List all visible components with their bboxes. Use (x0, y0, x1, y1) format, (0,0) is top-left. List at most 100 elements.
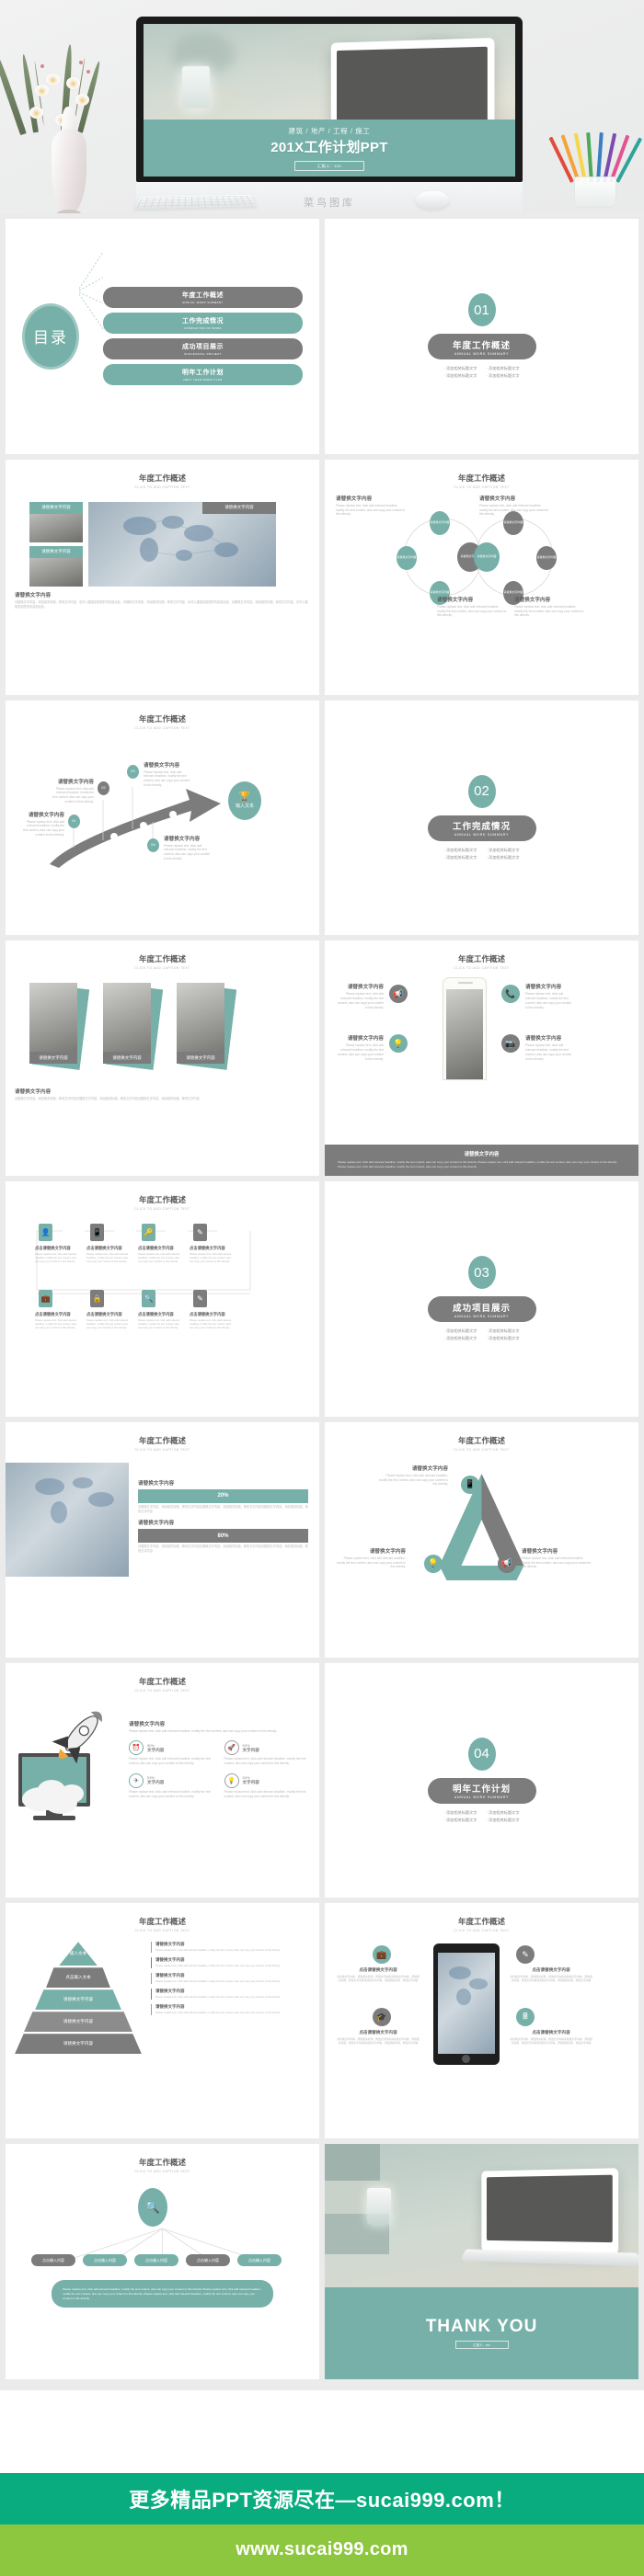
slide-grid: 目录 年度工作概述 ANNUAL WORK SUMMARY 工作完成情况 COM… (0, 213, 644, 2385)
hero-title: 201X工作计划PPT (270, 140, 388, 155)
section-03-cn: 成功项目展示 (452, 1303, 511, 1314)
venn-caption-2-heading: 请替换文字内容 (479, 496, 516, 502)
slide-title: 年度工作概述 (457, 1435, 505, 1445)
org-node-5[interactable]: 点击输入内容 (237, 2254, 282, 2266)
slide-section-03[interactable]: 03 成功项目展示 ANNUAL WORK SUMMARY · 添加相关标题文字… (325, 1181, 638, 1417)
search-icon: 🔍 (142, 1290, 155, 1307)
lock-icon: 🔒 (90, 1290, 104, 1307)
chart-series-1-text: 请替换文字内容，添加相关标题，修改文字内容请替换文字内容，添加相关标题，修改文字… (138, 1504, 308, 1513)
section-01-number: 01 (467, 293, 496, 327)
slide-dual-circles[interactable]: 年度工作概述 CLICK TO ADD CAPTION TEXT 请替换文字内容… (325, 459, 638, 695)
bullet: · 添加相关标题文字 (443, 847, 477, 852)
slide-bar-chart[interactable]: 年度工作概述 CLICK TO ADD CAPTION TEXT 请替换文字内容 (6, 1421, 319, 1658)
slide-process-8step[interactable]: 年度工作概述 CLICK TO ADD CAPTION TEXT 👤 📱 🔑 ✎… (6, 1181, 319, 1417)
slide-subtitle: CLICK TO ADD CAPTION TEXT (134, 1929, 190, 1933)
tablet-label-2: 点击请替换文字内容 (359, 2030, 397, 2035)
process-step-8-text: Please replace text, click add relevant … (190, 1319, 232, 1330)
org-node-1[interactable]: 点击输入内容 (31, 2254, 75, 2266)
glass-illustration (367, 2188, 391, 2225)
slide-toc[interactable]: 目录 年度工作概述 ANNUAL WORK SUMMARY 工作完成情况 COM… (6, 219, 319, 454)
footer-banner-primary[interactable]: 更多精品PPT资源尽在—sucai999.com！ (0, 2472, 644, 2525)
tablet-label-1: 点击请替换文字内容 (359, 1967, 397, 1973)
pyramid-note-1: 请替换文字内容 Please replace text, click add r… (151, 1942, 305, 1954)
pyramid-level-3: 请替换文字内容 (35, 1989, 121, 2011)
pyramid-level-1: 输入文本 (59, 1942, 98, 1966)
process-step-5-heading: 点击请替换文字内容 (35, 1312, 71, 1316)
org-node-3[interactable]: 点击输入内容 (134, 2254, 178, 2266)
phone-footer-heading: 请替换文字内容 (464, 1152, 500, 1157)
slide-subtitle: CLICK TO ADD CAPTION TEXT (454, 1929, 510, 1933)
bullet: · 添加相关标题文字 (443, 1336, 477, 1341)
org-node-4[interactable]: 点击输入内容 (186, 2254, 230, 2266)
thank-you-badge: 汇报人：xxx (454, 2341, 509, 2350)
toc-item-2[interactable]: 工作完成情况 COMPLETION OF WORK (103, 313, 303, 335)
process-step-5-text: Please replace text, click add relevant … (35, 1319, 77, 1330)
slide-title: 年度工作概述 (138, 473, 186, 483)
slide-photo-collage[interactable]: 年度工作概述 CLICK TO ADD CAPTION TEXT 请替换文字内容… (6, 459, 319, 695)
slide-title: 年度工作概述 (457, 473, 505, 483)
roadmap-text-4: Please replace text, click add relevant … (164, 843, 211, 861)
slide-tablet-features[interactable]: 年度工作概述 CLICK TO ADD CAPTION TEXT 💼 点击请替换… (325, 1903, 638, 2138)
feature-1-text: Please replace text, click add relevant … (337, 992, 384, 1009)
chart-bar-1: 20% (138, 1488, 308, 1503)
laptop-illustration (460, 2168, 638, 2267)
monitor-mockup: 建筑 / 地产 / 工程 / 施工 201X工作计划PPT 汇报人：xxx 菜鸟… (136, 17, 523, 213)
slide-section-02[interactable]: 02 工作完成情况 ANNUAL WORK SUMMARY · 添加相关标题文字… (325, 700, 638, 936)
org-summary-text: Please replace text, click add relevant … (63, 2287, 261, 2300)
roadmap-text-2: Please replace text, click add relevant … (52, 786, 94, 804)
venn-node-5: 请替换文字内容 (536, 545, 557, 570)
slide-triangle[interactable]: 年度工作概述 CLICK TO ADD CAPTION TEXT 📱 💡 📢 请… (325, 1421, 638, 1658)
venn-caption-2-text: Please replace text, click add relevant … (479, 503, 549, 517)
bullet: · 添加相关标题文字 (443, 1817, 477, 1822)
toc-center-label: 目录 (33, 329, 68, 348)
org-root-badge: 🔍 (138, 2188, 167, 2227)
white-spacer (0, 2389, 644, 2473)
collage-body-text: 请替换文字内容，添加相关标题，修改文字内容，也可以直接复制您的内容到此处。请替换… (15, 599, 308, 609)
toc-item-3[interactable]: 成功项目展示 SUCCESSFUL PROJECT (103, 338, 303, 360)
slide-org-tree[interactable]: 年度工作概述 CLICK TO ADD CAPTION TEXT 🔍 点击输入内… (6, 2144, 319, 2379)
card-photo-2: 请替换文字内容 (103, 983, 151, 1065)
kpi-item-4: 💡 50% 文字内容 Please replace text, click ad… (224, 1772, 311, 1799)
search-icon: 🔍 (144, 2200, 161, 2214)
slide-tilted-cards[interactable]: 年度工作概述 CLICK TO ADD CAPTION TEXT 请替换文字内容… (6, 940, 319, 1176)
org-node-2[interactable]: 点击输入内容 (83, 2254, 127, 2266)
mouse-illustration (416, 191, 449, 209)
section-02-number: 02 (467, 774, 496, 808)
bullet: · 添加相关标题文字 (443, 1809, 477, 1815)
slide-arrow-roadmap[interactable]: 年度工作概述 CLICK TO ADD CAPTION TEXT 01 02 0… (6, 700, 319, 936)
hero-presenter-badge: 汇报人：xxx (294, 161, 364, 171)
decorative-plant (0, 37, 123, 213)
process-step-2-text: Please replace text, click add relevant … (86, 1253, 129, 1264)
footer-banner-secondary-text: www.sucai999.com (236, 2539, 408, 2560)
slide-pyramid[interactable]: 年度工作概述 CLICK TO ADD CAPTION TEXT 输入文本 点击… (6, 1903, 319, 2138)
section-04-bullets: · 添加相关标题文字 · 添加相关标题文字 · 添加相关标题文字 · 添加相关标… (443, 1810, 519, 1823)
roadmap-text-3: Please replace text, click add relevant … (144, 769, 190, 787)
slide-phone-features[interactable]: 年度工作概述 CLICK TO ADD CAPTION TEXT 请替换文字内容… (325, 940, 638, 1176)
megaphone-icon: 📢 (498, 1554, 516, 1573)
pyramid-note-5: 请替换文字内容 Please replace text, click add r… (151, 2004, 305, 2016)
tablet-text-1: 请替换文字内容，添加相关标题，修改文字内容请替换文字内容，添加相关标题，修改文字… (337, 1975, 420, 1983)
toc-item-4[interactable]: 明年工作计划 NEXT YEAR WORK PLAN (103, 364, 303, 386)
kpi-item-2-label: 文字内容 (242, 1747, 259, 1752)
slide-thank-you[interactable]: THANK YOU 汇报人：xxx (325, 2144, 638, 2379)
key-icon: 🔑 (142, 1224, 155, 1241)
roadmap-num-2: 02 (98, 781, 109, 795)
monitor-screen-frame: 建筑 / 地产 / 工程 / 施工 201X工作计划PPT 汇报人：xxx (136, 17, 523, 182)
bullet: · 添加相关标题文字 (486, 1817, 520, 1822)
tablet-text-3: 请替换文字内容，添加相关标题，修改文字内容请替换文字内容，添加相关标题，修改文字… (510, 1975, 592, 1983)
pyramid-level-5: 请替换文字内容 (15, 2034, 142, 2055)
photo-tag-2: 请替换文字内容 (29, 545, 83, 558)
kpi-item-3-text: Please replace text, click add relevant … (129, 1789, 211, 1798)
section-02-pill: 工作完成情况 ANNUAL WORK SUMMARY (427, 815, 536, 841)
toc-connector-lines (79, 226, 103, 447)
process-step-1-text: Please replace text, click add relevant … (35, 1253, 77, 1264)
footer-banner-secondary[interactable]: www.sucai999.com (0, 2524, 644, 2576)
rocket-icon: 🚀 (224, 1740, 239, 1756)
slide-section-04[interactable]: 04 明年工作计划 ANNUAL WORK SUMMARY · 添加相关标题文字… (325, 1662, 638, 1898)
toc-item-1[interactable]: 年度工作概述 ANNUAL WORK SUMMARY (103, 287, 303, 309)
slide-section-01[interactable]: 01 年度工作概述 ANNUAL WORK SUMMARY · 添加相关标题文字… (325, 219, 638, 454)
toc-item-1-cn: 年度工作概述 (182, 292, 224, 300)
triangle-label-2: 请替换文字内容 (369, 1548, 406, 1555)
slide-rocket-kpi[interactable]: 年度工作概述 CLICK TO ADD CAPTION TEXT 请替换文字内容… (6, 1662, 319, 1898)
slide-title: 年度工作概述 (138, 954, 186, 964)
